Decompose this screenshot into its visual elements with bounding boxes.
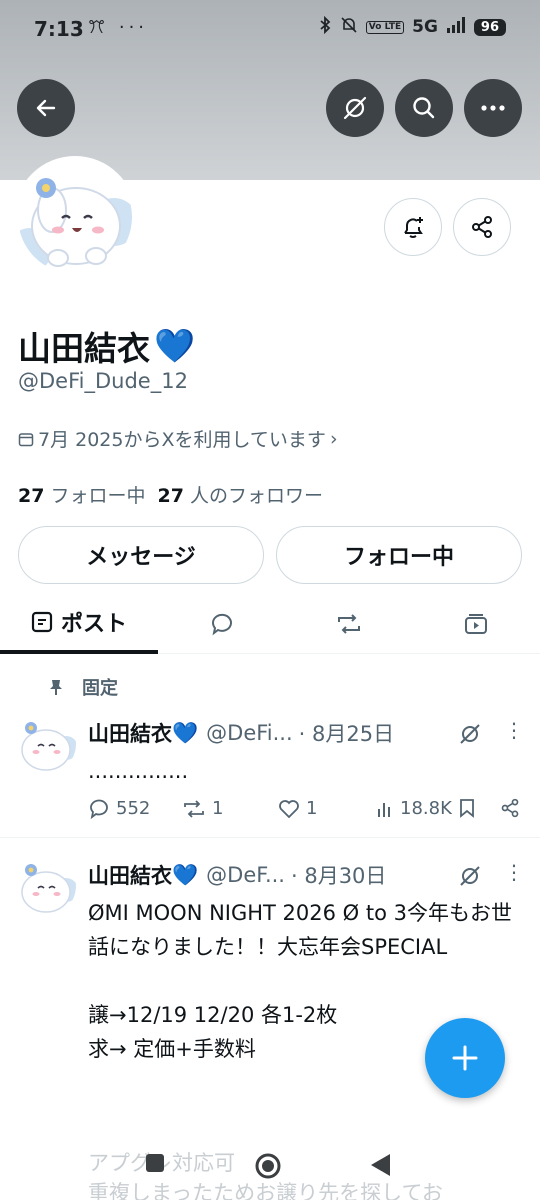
followers-count: 27	[157, 485, 184, 507]
reply-icon	[90, 799, 108, 819]
grok-icon	[460, 866, 480, 886]
followers-label: 人のフォロワー	[190, 485, 324, 507]
repost-button[interactable]: 1	[182, 798, 223, 819]
bookmark-button[interactable]	[458, 798, 476, 818]
grok-post-button[interactable]	[458, 722, 482, 750]
views-icon	[378, 802, 390, 817]
back-button[interactable]	[17, 79, 75, 137]
following-button[interactable]: フォロー中	[276, 526, 522, 584]
share-icon	[501, 798, 519, 818]
tab-media[interactable]	[412, 594, 540, 654]
bluetooth-icon	[318, 15, 332, 38]
search-icon	[413, 97, 435, 119]
repost-count: 1	[212, 798, 224, 819]
volte-badge: Vo LTE	[365, 20, 405, 34]
status-right-icons: Vo LTE 5G 96	[318, 15, 506, 38]
post-date[interactable]: · 8月30日	[291, 860, 386, 890]
signal-icon	[446, 17, 466, 37]
battery-indicator: 96	[473, 18, 506, 36]
chevron-right-icon: ›	[329, 427, 338, 450]
mute-bell-icon	[340, 16, 358, 38]
post-author-name[interactable]: 山田結衣	[88, 860, 172, 890]
grok-button[interactable]	[326, 79, 384, 137]
tab-replies[interactable]	[158, 594, 286, 654]
status-time: 7:13	[34, 17, 84, 41]
views-count: 18.8K	[400, 798, 452, 819]
heart-icon	[279, 799, 299, 818]
post-date[interactable]: · 8月25日	[299, 718, 394, 748]
system-nav-bar	[0, 1140, 540, 1200]
followers-link[interactable]: 27 人のフォロワー	[158, 481, 324, 508]
notify-button[interactable]	[384, 198, 442, 256]
tab-posts[interactable]: ポスト	[0, 594, 158, 654]
back-nav-button[interactable]	[368, 1152, 392, 1182]
search-button[interactable]	[395, 79, 453, 137]
triangle-back-icon	[371, 1154, 390, 1176]
pinned-label: 固定	[82, 678, 118, 699]
display-name-text: 山田結衣	[18, 329, 150, 368]
network-type: 5G	[412, 17, 438, 37]
post-more-icon[interactable]: ⋮	[504, 720, 524, 740]
home-nav-button[interactable]	[254, 1152, 282, 1184]
plus-icon	[452, 1045, 478, 1071]
post-header: 山田結衣 💙 @DeFi... · 8月25日	[88, 718, 394, 748]
grok-icon	[343, 96, 367, 120]
share-icon	[472, 216, 492, 238]
recents-nav-button[interactable]	[144, 1152, 166, 1178]
arrow-left-icon	[36, 99, 56, 117]
repost-icon	[184, 799, 204, 818]
profile-handle: @DeFi_Dude_12	[18, 369, 188, 393]
grok-icon	[460, 724, 480, 744]
following-label: フォロー中	[50, 485, 146, 507]
calendar-icon	[18, 432, 34, 446]
bookmark-icon	[460, 799, 474, 818]
compose-post-button[interactable]	[425, 1018, 505, 1098]
more-button[interactable]	[464, 79, 522, 137]
video-icon	[465, 614, 487, 634]
more-horizontal-icon	[481, 105, 505, 111]
like-button[interactable]: 1	[278, 798, 317, 819]
post-author-handle[interactable]: @DeFi...	[206, 721, 293, 745]
post-author-handle[interactable]: @DeF...	[206, 863, 285, 887]
blue-heart-emoji: 💙	[172, 862, 199, 887]
reply-button[interactable]: 552	[88, 798, 150, 819]
post-text: ...............	[88, 759, 189, 783]
blue-heart-emoji: 💙	[154, 326, 196, 365]
follow-stats: 27 フォロー中 27 人のフォロワー	[18, 481, 323, 508]
share-profile-button[interactable]	[453, 198, 511, 256]
share-post-button[interactable]	[500, 798, 520, 818]
status-bar: 7:13 ꔫ ··· Vo LTE 5G 96	[0, 0, 540, 60]
tab-reposts[interactable]	[286, 594, 412, 654]
tab-posts-label: ポスト	[60, 612, 127, 637]
repost-icon	[338, 614, 360, 634]
post-more-icon[interactable]: ⋮	[504, 862, 524, 882]
grok-post-button[interactable]	[458, 864, 482, 892]
post-actions: 552 1 1 18.8K	[88, 798, 528, 826]
pinned-indicator: 固定	[48, 674, 118, 700]
views-button[interactable]: 18.8K	[376, 798, 452, 819]
profile-display-name: 山田結衣 💙	[18, 322, 195, 370]
joined-text: 7月 2025からXを利用しています	[38, 429, 326, 451]
notification-icons: ꔫ ···	[88, 17, 149, 38]
square-icon	[146, 1154, 164, 1172]
like-count: 1	[306, 798, 318, 819]
post-icon	[31, 611, 53, 633]
following-count: 27	[18, 485, 45, 507]
profile-avatar[interactable]	[14, 156, 136, 278]
reply-bubble-icon	[211, 613, 232, 636]
joined-date[interactable]: 7月 2025からXを利用しています ›	[18, 425, 338, 452]
post-header: 山田結衣 💙 @DeF... · 8月30日	[88, 860, 386, 890]
pin-icon	[50, 680, 62, 695]
following-link[interactable]: 27 フォロー中	[18, 481, 146, 508]
blue-heart-emoji: 💙	[172, 720, 199, 745]
profile-tabs: ポスト	[0, 594, 540, 654]
circle-icon	[255, 1153, 281, 1179]
message-button[interactable]: メッセージ	[18, 526, 264, 584]
post-item[interactable]: 山田結衣 💙 @DeFi... · 8月25日 ⋮ ..............…	[0, 706, 540, 838]
reply-count: 552	[116, 798, 151, 819]
post-avatar[interactable]	[16, 856, 76, 916]
post-author-name[interactable]: 山田結衣	[88, 718, 172, 748]
bell-plus-icon	[404, 217, 423, 238]
post-avatar[interactable]	[16, 714, 76, 774]
